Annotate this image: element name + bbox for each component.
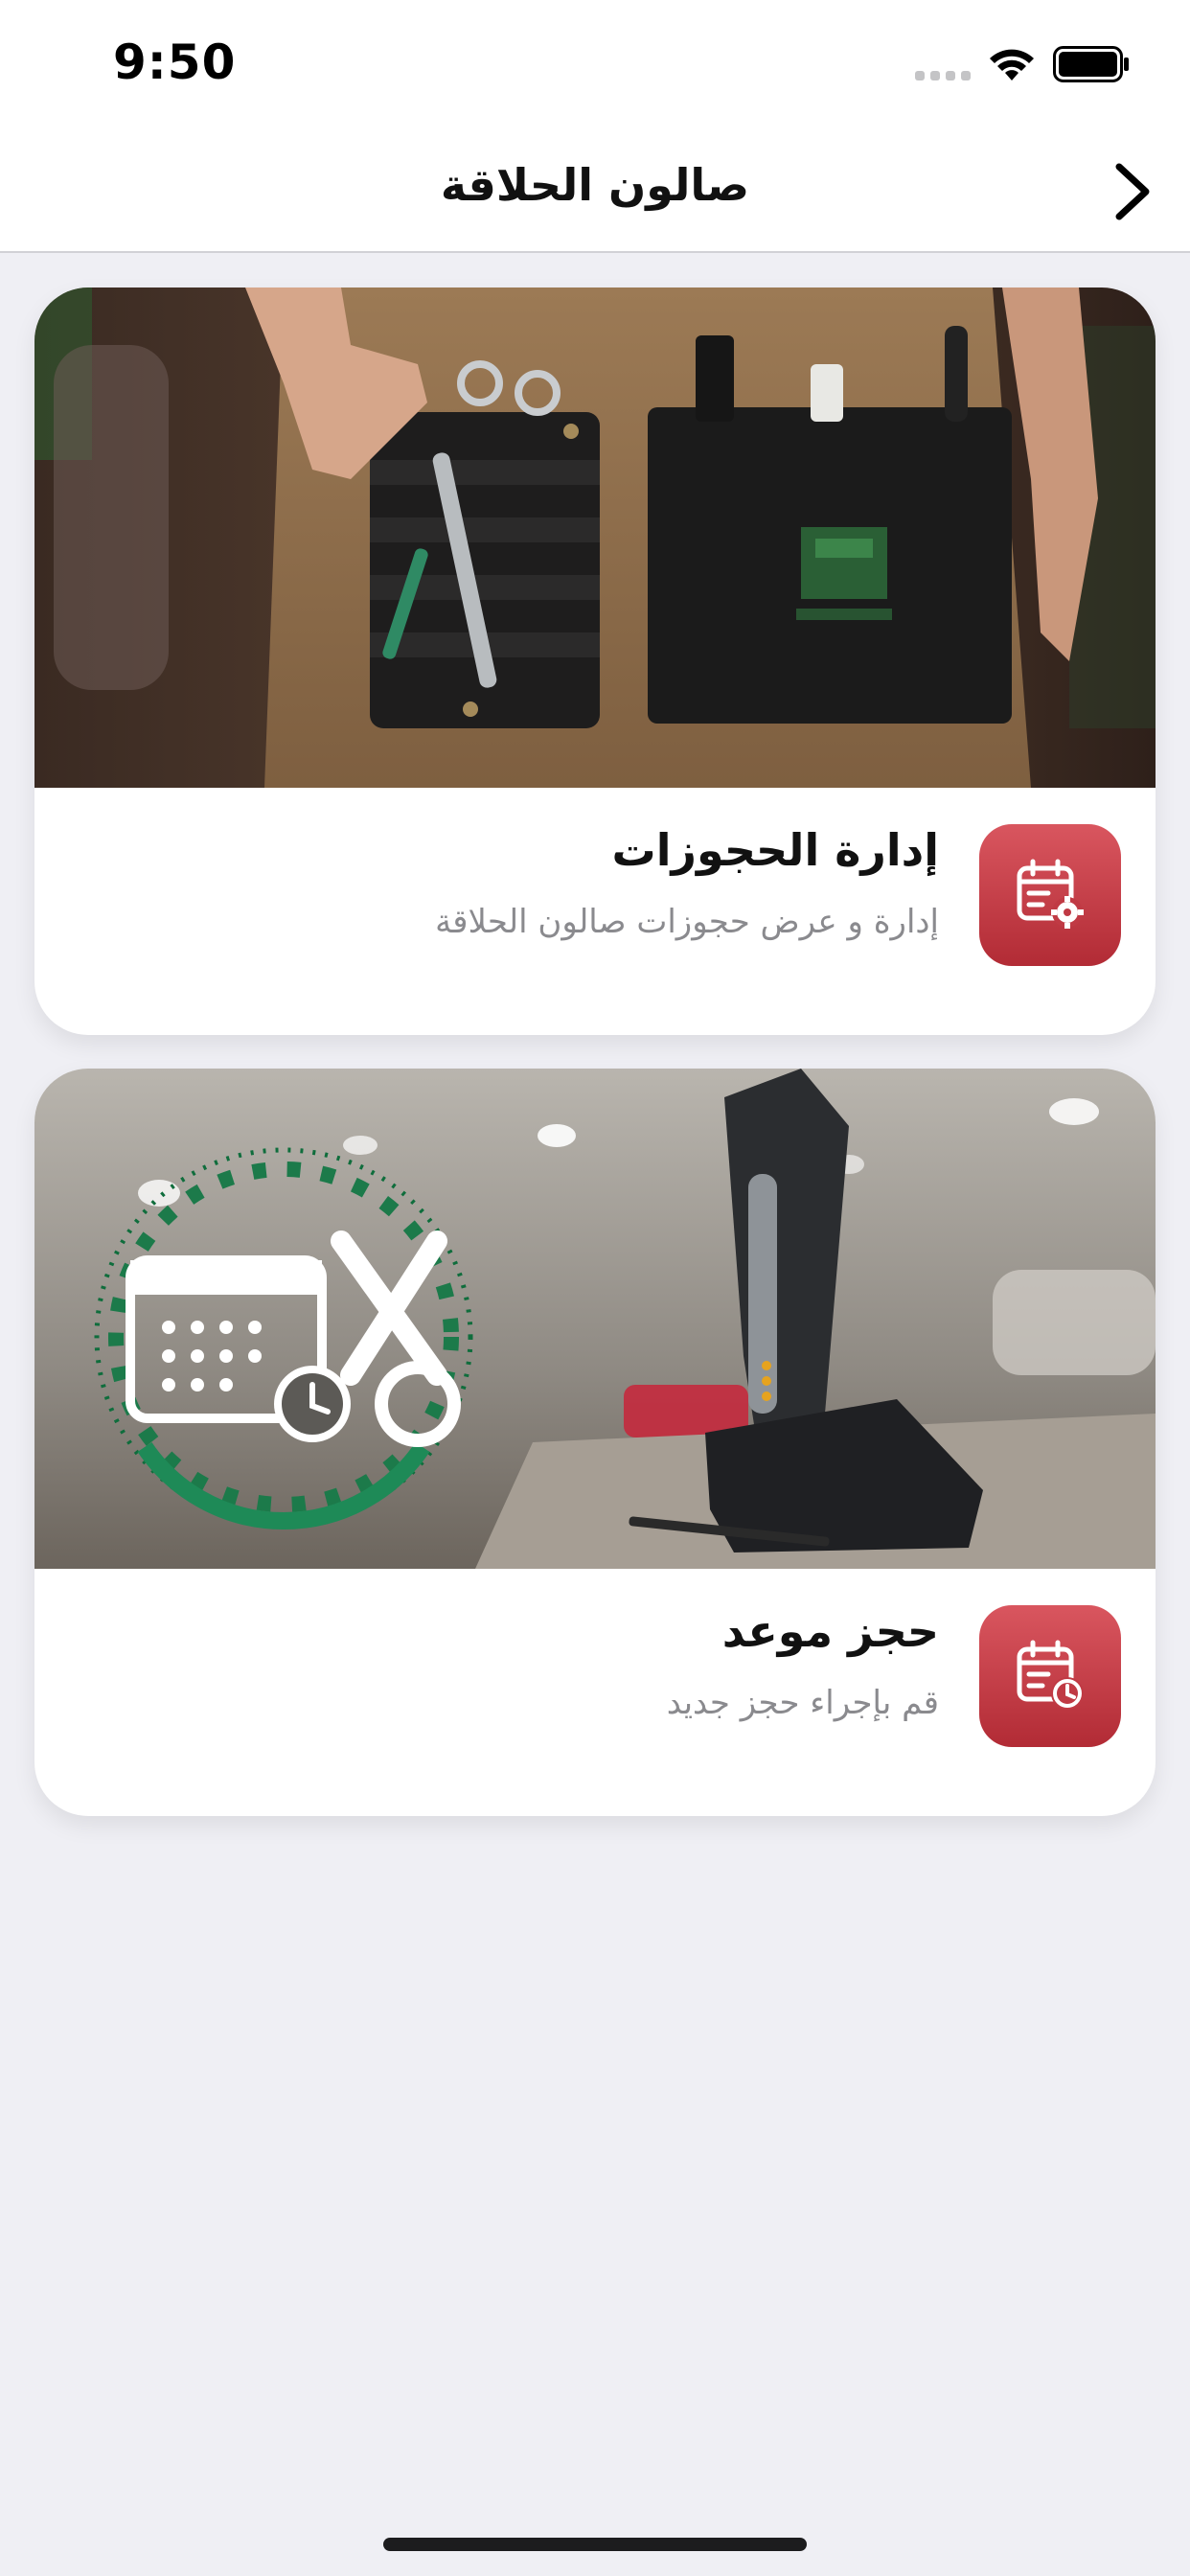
page-title: صالون الحلاقة [440, 159, 750, 211]
card-subtitle: إدارة و عرض حجوزات صالون الحلاقة [435, 903, 939, 941]
calendar-clock-icon [979, 1605, 1121, 1747]
home-indicator[interactable] [383, 2538, 807, 2551]
signal-icon [915, 71, 971, 80]
status-bar: 9:50 [0, 0, 1190, 134]
card-book-appointment[interactable]: حجز موعد قم بإجراء حجز جديد [34, 1069, 1156, 1816]
card-title: إدارة الحجوزات [611, 824, 939, 876]
hair-clipper-photo [34, 1069, 1156, 1569]
calendar-settings-icon [979, 824, 1121, 966]
status-time: 9:50 [113, 34, 237, 90]
card-subtitle: قم بإجراء حجز جديد [666, 1684, 939, 1722]
battery-icon [1053, 46, 1129, 82]
screen: 9:50 صالون الحلاقة إدارة الحجوزات إدارة … [0, 0, 1190, 2576]
barber-apron-photo [34, 288, 1156, 788]
card-title: حجز موعد [721, 1605, 939, 1657]
wifi-icon [990, 49, 1034, 80]
card-manage-bookings[interactable]: إدارة الحجوزات إدارة و عرض حجوزات صالون … [34, 288, 1156, 1035]
navigation-bar: صالون الحلاقة [0, 134, 1190, 253]
chevron-right-icon[interactable] [1110, 161, 1156, 222]
